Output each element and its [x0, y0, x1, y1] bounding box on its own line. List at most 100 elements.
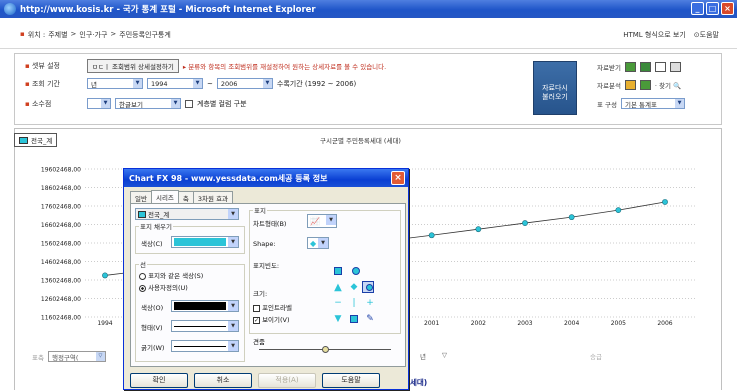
legend-swatch	[19, 136, 28, 144]
dialog-button-row: 확인 취소 적용(A) 도움말	[130, 373, 380, 388]
document-icon[interactable]	[654, 62, 666, 72]
radio-custom-label: 사용자정의(U)	[148, 284, 188, 292]
radio-button	[139, 272, 146, 280]
y-tick-label: 19602468,00	[41, 167, 81, 174]
fill-color-select[interactable]: ▼	[171, 236, 239, 248]
row-axis-select[interactable]: 행정구역(▽	[47, 351, 106, 362]
minimize-button[interactable]: _	[691, 2, 704, 15]
size-label: 크기:	[253, 290, 268, 298]
chevron-down-icon: ▼	[171, 99, 180, 108]
table-layout-select[interactable]: 기본 통계표 ▼	[621, 98, 686, 109]
reload-data-button[interactable]: 자료다시 불러오기	[533, 61, 577, 115]
point-label-checkbox[interactable]: 포인트라벨	[253, 302, 292, 312]
view-language-select[interactable]: 한글보기 ▼	[115, 98, 181, 109]
data-point	[475, 226, 482, 233]
tab-series[interactable]: 시리즈	[150, 190, 179, 204]
decimal-select[interactable]: ▼	[87, 98, 111, 109]
connect-slider-thumb[interactable]	[322, 346, 329, 353]
circle-shape-icon[interactable]	[350, 265, 362, 277]
ok-button[interactable]: 확인	[130, 373, 188, 388]
triangle-shape-icon[interactable]: ▲	[332, 281, 344, 293]
breadcrumb-label: 위치 :	[27, 31, 46, 39]
inverted-triangle-shape-icon[interactable]: ▼	[332, 313, 344, 325]
breadcrumb-item-population[interactable]: 인구·가구	[79, 30, 107, 40]
square-shape-icon[interactable]	[332, 265, 344, 277]
series-swatch	[138, 210, 146, 218]
chart-type-label: 차트형태(B)	[253, 220, 287, 228]
data-download-row: 자료받기	[597, 62, 681, 72]
line-color-swatch	[174, 302, 226, 310]
square-alt-shape-icon[interactable]	[348, 313, 360, 325]
custom-shape-icon[interactable]: ✎	[364, 313, 376, 325]
analysis-icon[interactable]	[624, 80, 636, 90]
visible-checkbox[interactable]: ✓ 보이기(V)	[253, 314, 290, 324]
shape-select[interactable]: ◆ ▼	[307, 237, 329, 249]
apply-button[interactable]: 적용(A)	[258, 373, 316, 388]
find-link[interactable]: · 찾기 🔍	[655, 80, 681, 90]
period-unit-value: 년	[91, 80, 97, 89]
bar-shape-icon[interactable]: |	[348, 297, 360, 309]
chevron-down-icon: ▼	[133, 79, 142, 88]
line-width-select[interactable]: ▼	[171, 340, 239, 352]
line-color-select[interactable]: ▼	[171, 300, 239, 312]
detail-setting-button[interactable]: ㅁㄷㅣ 조회범위 상세설정하기	[87, 59, 179, 73]
chart-legend[interactable]: 전국_계	[14, 133, 58, 147]
close-window-button[interactable]: ×	[721, 2, 734, 15]
data-point	[428, 232, 435, 239]
data-point	[662, 199, 668, 205]
chart-icon[interactable]	[639, 80, 651, 90]
plus-shape-icon[interactable]: +	[364, 297, 376, 309]
period-row: 조회 기간 년▼ 1994▼ ~ 2006▼ 수록기간 (1992 ~ 2006…	[25, 78, 356, 89]
chevron-down-icon: ▼	[318, 238, 328, 248]
dialog-close-button[interactable]: ×	[391, 171, 405, 185]
hier-column-checkbox[interactable]	[185, 99, 193, 108]
y-tick-label: 16602468,00	[41, 222, 81, 229]
print-icon[interactable]	[669, 62, 681, 72]
setting-label: 셋뷰 설정	[25, 61, 83, 71]
fill-color-label: 색상(C)	[141, 240, 163, 248]
help-link[interactable]: ⊙도움말	[694, 30, 719, 40]
y-tick-label: 17602468,00	[41, 204, 81, 211]
diamond-shape-icon[interactable]: ◆	[348, 281, 360, 293]
series-select[interactable]: 전국_계 ▼	[135, 208, 239, 220]
chevron-down-icon: ▼	[262, 79, 272, 88]
row-axis-label: 표측	[32, 353, 44, 362]
line-style-sample	[174, 325, 226, 327]
series-select-value: 전국_계	[148, 211, 170, 219]
chevron-down-icon: ▼	[228, 301, 238, 311]
data-analysis-label: 자료분석	[597, 82, 621, 90]
year-axis-select[interactable]: 년 ▽	[420, 351, 447, 361]
line-style-select[interactable]: ▼	[171, 320, 239, 332]
maximize-button[interactable]: □	[706, 2, 719, 15]
location-bar: ▪ 위치 : 주제별 > 인구·가구 > 주민등록인구통계 HTML 형식으로 …	[0, 19, 737, 49]
line-group-label: 선	[139, 259, 147, 269]
data-download-label: 자료받기	[597, 64, 621, 72]
csv-icon[interactable]	[639, 62, 651, 72]
x-tick-label: 2005	[611, 320, 626, 327]
excel-icon[interactable]	[624, 62, 636, 72]
chart-title: 구시군별 주민등록세대 (세대)	[320, 137, 401, 145]
selected-circle-shape-icon[interactable]	[362, 281, 374, 293]
help-button[interactable]: 도움말	[322, 373, 380, 388]
breadcrumb-item-topic[interactable]: 주제별	[48, 30, 67, 40]
radio-custom[interactable]: 사용자정의(U)	[139, 282, 188, 292]
table-layout-label: 표 구성	[597, 100, 618, 109]
table-layout-row: 표 구성 기본 통계표 ▼	[597, 98, 686, 109]
magnifier-icon: 🔍	[673, 82, 682, 90]
period-unit-select[interactable]: 년 ▼	[87, 78, 143, 89]
chevron-down-icon: ▼	[228, 321, 238, 331]
period-label: 조회 기간	[25, 79, 83, 89]
table-layout-value: 기본 통계표	[625, 100, 657, 109]
chart-type-select[interactable]: 📈 ▼	[307, 214, 337, 228]
period-from-select[interactable]: 1994 ▼	[147, 78, 203, 89]
html-view-link[interactable]: HTML 형식으로 보기	[623, 30, 686, 40]
year-axis-value: 년	[420, 353, 426, 361]
dash-shape-icon[interactable]: −	[332, 297, 344, 309]
cancel-button[interactable]: 취소	[194, 373, 252, 388]
breadcrumb-item-registry[interactable]: 주민등록인구통계	[119, 30, 171, 40]
period-to-select[interactable]: 2006 ▼	[216, 78, 273, 89]
chevron-down-icon: ▼	[228, 237, 238, 247]
radio-same-color[interactable]: 표지와 같은 색상(S)	[139, 270, 203, 280]
radio-same-label: 표지와 같은 색상(S)	[148, 272, 204, 280]
x-tick-label: 2006	[657, 320, 672, 327]
